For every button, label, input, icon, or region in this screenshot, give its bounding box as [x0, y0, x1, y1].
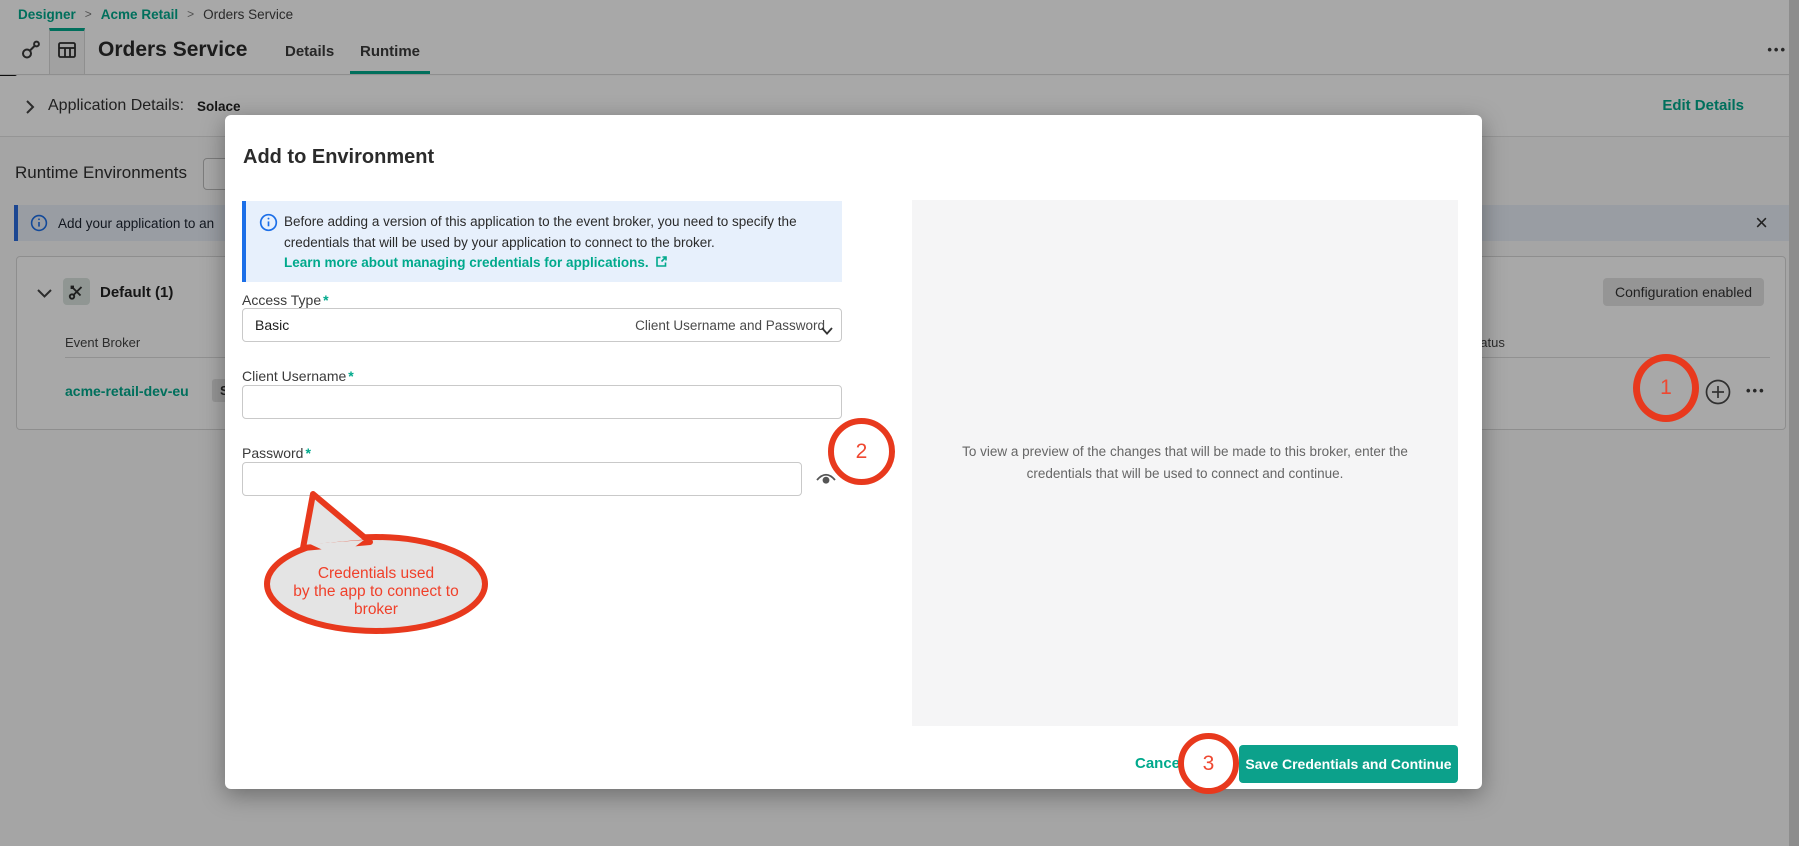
- password-label-text: Password: [242, 445, 303, 461]
- cancel-button[interactable]: Cancel: [1135, 755, 1184, 772]
- external-link-icon: [655, 255, 668, 271]
- access-type-label-text: Access Type: [242, 292, 321, 308]
- client-username-label: Client Username*: [242, 368, 354, 384]
- access-type-select[interactable]: Basic Client Username and Password: [242, 308, 842, 342]
- preview-panel: To view a preview of the changes that wi…: [912, 200, 1458, 726]
- annotation-step-3: 3: [1178, 733, 1239, 794]
- required-mark: *: [305, 445, 310, 461]
- screen: Designer > Acme Retail > Orders Service …: [0, 0, 1799, 846]
- learn-more-link-text: Learn more about managing credentials fo…: [284, 255, 649, 270]
- annotation-balloon: Credentials used by the app to connect t…: [258, 482, 498, 643]
- access-type-label: Access Type*: [242, 292, 329, 308]
- access-type-value: Basic: [255, 317, 289, 333]
- balloon-line-1: Credentials used: [318, 565, 434, 582]
- save-credentials-button[interactable]: Save Credentials and Continue: [1239, 745, 1458, 783]
- password-label: Password*: [242, 445, 311, 461]
- modal-info-text: Before adding a version of this applicat…: [284, 212, 828, 254]
- annotation-step-2: 2: [828, 418, 895, 485]
- client-username-input[interactable]: [242, 385, 842, 419]
- modal-info-box: Before adding a version of this applicat…: [242, 201, 842, 282]
- balloon-line-2: by the app to connect to: [293, 583, 458, 600]
- info-icon: [259, 213, 278, 237]
- chevron-down-icon: [821, 322, 833, 340]
- modal-title: Add to Environment: [243, 146, 434, 169]
- learn-more-link[interactable]: Learn more about managing credentials fo…: [284, 255, 828, 271]
- required-mark: *: [323, 292, 328, 308]
- access-type-secondary: Client Username and Password: [635, 318, 825, 333]
- balloon-line-3: broker: [354, 601, 398, 618]
- annotation-step-1: 1: [1633, 354, 1699, 422]
- preview-panel-text: To view a preview of the changes that wi…: [935, 441, 1435, 484]
- client-username-label-text: Client Username: [242, 368, 346, 384]
- required-mark: *: [348, 368, 353, 384]
